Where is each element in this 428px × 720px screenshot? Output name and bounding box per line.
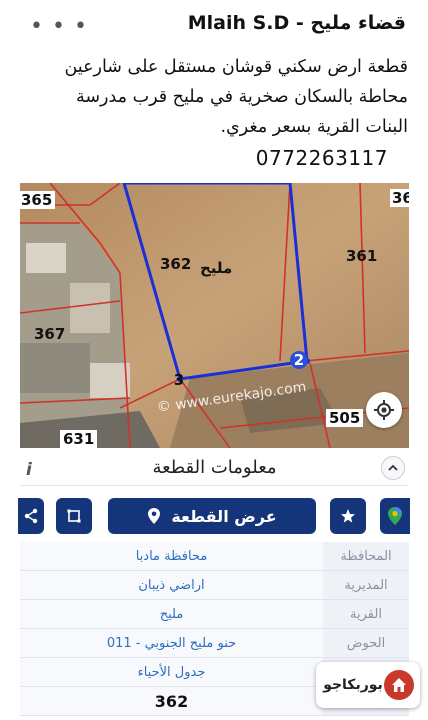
parcel-neighbor-label: 36 bbox=[390, 189, 409, 207]
row-value: محافظة مادبا bbox=[20, 542, 323, 570]
view-parcel-label: عرض القطعة bbox=[171, 506, 277, 526]
parcel-number-main: 362 bbox=[160, 255, 192, 273]
chevron-up-icon bbox=[388, 464, 398, 471]
post-title: قضاء مليح - Mlaih S.D bbox=[187, 12, 406, 34]
more-options-icon[interactable]: • • • bbox=[30, 16, 88, 38]
table-row: القرية مليح bbox=[20, 600, 409, 629]
parcel-neighbor-label: 365 bbox=[20, 191, 56, 209]
post-line: محاطة بالسكان صخرية في مليح قرب مدرسة bbox=[76, 87, 408, 107]
table-row: الحوض حنو مليح الجنوبي - 011 bbox=[20, 629, 409, 658]
fit-bounds-button[interactable] bbox=[56, 498, 92, 534]
brand-name: بوربكاجو bbox=[323, 677, 383, 693]
panel-title: معلومات القطعة bbox=[152, 457, 277, 478]
brand-badge: بوربكاجو bbox=[316, 662, 420, 708]
favorite-button[interactable] bbox=[330, 498, 366, 534]
table-row: المديرية اراضي ذيبان bbox=[20, 571, 409, 600]
star-icon bbox=[341, 509, 355, 523]
parcel-name-label: مليح bbox=[200, 259, 233, 277]
table-row: المحافظة محافظة مادبا bbox=[20, 542, 409, 571]
row-key: الحوض bbox=[323, 629, 409, 657]
house-icon bbox=[392, 678, 406, 692]
satellite-map[interactable]: 362 مليح 361 367 505 365 631 36 2 3 bbox=[20, 183, 409, 448]
row-value: اراضي ذيبان bbox=[20, 571, 323, 599]
parcel-neighbor-label: 361 bbox=[346, 247, 378, 265]
panel-header: i معلومات القطعة bbox=[20, 452, 409, 486]
post-line: البنات القرية بسعر مغري. bbox=[220, 117, 408, 137]
row-value: مليح bbox=[20, 600, 323, 628]
post-header: • • • قضاء مليح - Mlaih S.D قطعة ارض سكن… bbox=[0, 0, 428, 182]
row-value: جدول الأحياء bbox=[20, 658, 323, 686]
share-button[interactable] bbox=[18, 498, 44, 534]
house-logo-icon bbox=[384, 670, 414, 700]
row-value: 362 bbox=[20, 687, 323, 715]
row-key: المحافظة bbox=[323, 542, 409, 570]
post-line: قطعة ارض سكني قوشان مستقل على شارعين bbox=[64, 57, 408, 77]
vertex-marker: 2 bbox=[290, 351, 308, 369]
row-key: القرية bbox=[323, 600, 409, 628]
row-value: حنو مليح الجنوبي - 011 bbox=[20, 629, 323, 657]
phone-number[interactable]: 0772263117 bbox=[256, 146, 388, 170]
post-body: قطعة ارض سكني قوشان مستقل على شارعين محا… bbox=[8, 52, 408, 142]
view-parcel-button[interactable]: عرض القطعة bbox=[108, 498, 316, 534]
share-icon bbox=[24, 508, 38, 524]
parcel-neighbor-label: 367 bbox=[34, 325, 66, 343]
bounding-box-icon bbox=[67, 509, 81, 523]
my-location-button[interactable] bbox=[366, 392, 402, 428]
crosshair-icon bbox=[374, 400, 394, 420]
collapse-button[interactable] bbox=[381, 456, 405, 480]
map-pin-icon bbox=[388, 507, 402, 525]
parcel-neighbor-label: 505 bbox=[326, 409, 364, 427]
vertex-marker: 3 bbox=[173, 371, 185, 389]
google-maps-button[interactable] bbox=[380, 498, 410, 534]
parcel-neighbor-label: 631 bbox=[60, 430, 98, 448]
row-key: المديرية bbox=[323, 571, 409, 599]
action-toolbar: عرض القطعة bbox=[18, 494, 410, 538]
location-pin-icon bbox=[148, 508, 161, 524]
